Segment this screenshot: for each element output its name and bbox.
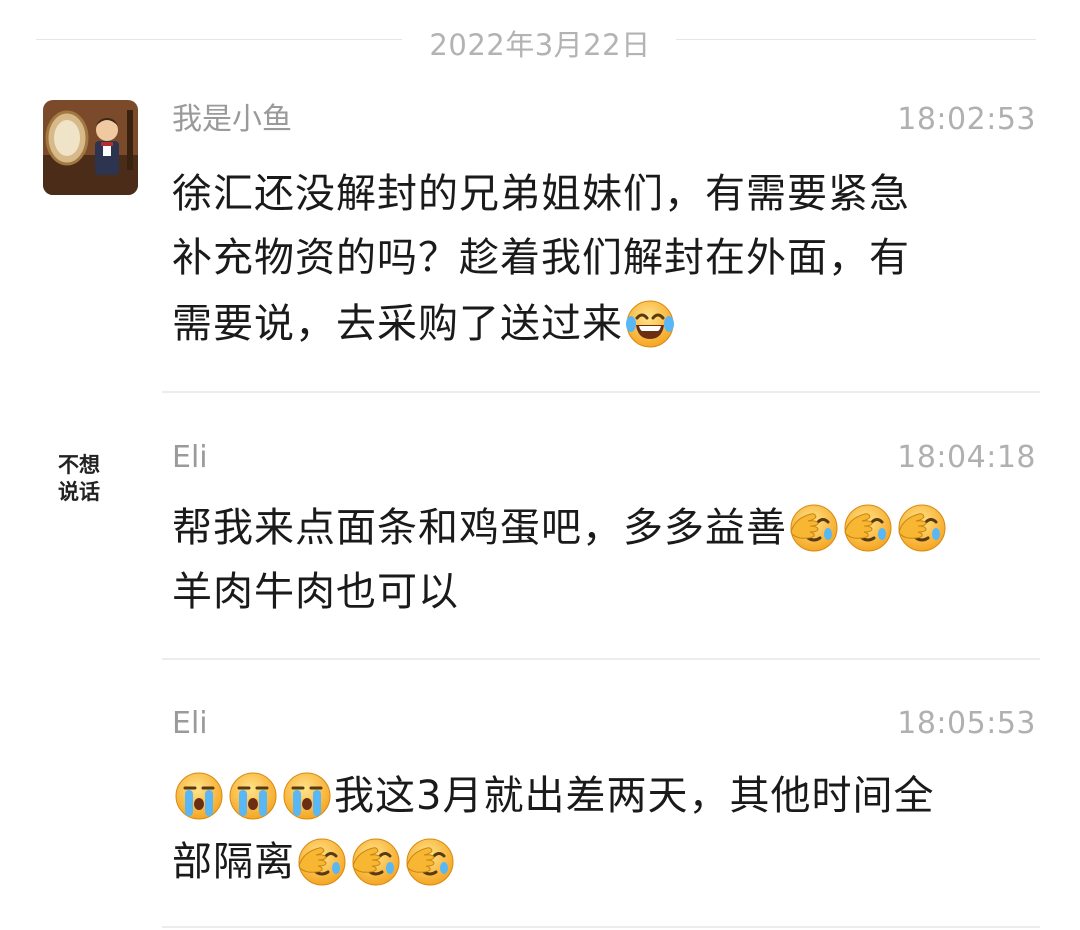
facepalm-emoji-icon <box>350 836 402 888</box>
date-label: 2022年3月22日 <box>429 28 651 62</box>
sender-name[interactable]: Eli <box>172 704 208 744</box>
date-separator: 2022年3月22日 <box>0 14 1080 66</box>
message-line-with-emoji: 帮我来点面条和鸡蛋吧，多多益善 <box>172 494 1032 560</box>
sender-name[interactable]: Eli <box>172 438 208 478</box>
avatar-photo <box>43 100 138 195</box>
facepalm-emoji-icon <box>788 502 840 554</box>
sender-name[interactable]: 我是小鱼 <box>172 100 292 140</box>
facepalm-emoji-icon <box>842 502 894 554</box>
avatar-text-line: 说话 <box>58 480 100 504</box>
message-line: 部隔离 <box>172 839 295 885</box>
facepalm-emoji-icon <box>896 502 948 554</box>
message-line-with-emoji: 需要说，去采购了送过来 <box>172 290 1032 356</box>
message-line: 徐汇还没解封的兄弟姐妹们，有需要紧急 <box>172 171 910 217</box>
message-divider <box>162 926 1040 928</box>
avatar-text[interactable]: 不想 说话 <box>58 452 128 506</box>
message-line-with-emoji: 我这3月就出差两天，其他时间全 <box>172 762 1032 828</box>
message-line-with-emoji: 部隔离 <box>172 828 1032 894</box>
message-time: 18:05:53 <box>897 706 1036 741</box>
laugh-cry-emoji-icon <box>624 298 676 350</box>
message-line: 羊肉牛肉也可以 <box>172 569 459 615</box>
message-text: 我这3月就出差两天，其他时间全 部隔离 <box>172 762 1032 894</box>
message-time: 18:04:18 <box>897 440 1036 475</box>
date-divider-left <box>36 39 402 40</box>
message-divider <box>162 391 1040 393</box>
message-line: 我这3月就出差两天，其他时间全 <box>334 773 935 819</box>
message-line: 帮我来点面条和鸡蛋吧，多多益善 <box>172 505 787 551</box>
crying-emoji-icon <box>173 770 225 822</box>
facepalm-emoji-icon <box>296 836 348 888</box>
avatar[interactable] <box>43 100 138 195</box>
crying-emoji-icon <box>281 770 333 822</box>
crying-emoji-icon <box>227 770 279 822</box>
avatar-text-line: 不想 <box>58 453 100 477</box>
message-text: 徐汇还没解封的兄弟姐妹们，有需要紧急 补充物资的吗？趁着我们解封在外面，有 需要… <box>172 162 1032 356</box>
facepalm-emoji-icon <box>404 836 456 888</box>
message-time: 18:02:53 <box>897 102 1036 137</box>
message-divider <box>162 658 1040 660</box>
message-text: 帮我来点面条和鸡蛋吧，多多益善 羊肉牛肉也可以 <box>172 494 1032 624</box>
message-line: 补充物资的吗？趁着我们解封在外面，有 <box>172 235 910 281</box>
message-line: 需要说，去采购了送过来 <box>172 301 623 347</box>
date-divider-right <box>676 39 1036 40</box>
